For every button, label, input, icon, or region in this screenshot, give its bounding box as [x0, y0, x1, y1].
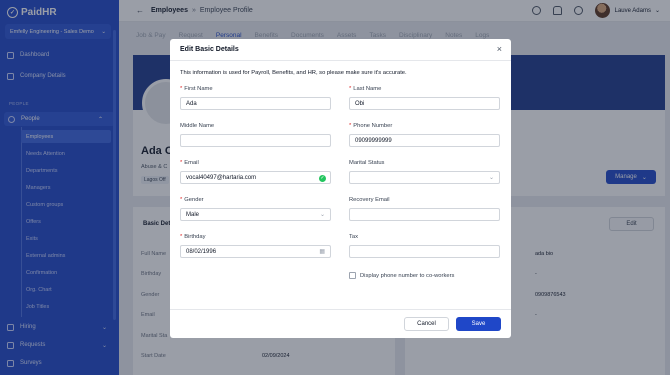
modal-title: Edit Basic Details	[180, 46, 239, 53]
middle-name-field[interactable]	[180, 134, 331, 147]
birthday-value: 08/02/1996	[186, 248, 217, 255]
last-name-label: * Last Name	[349, 86, 381, 92]
required-mark: *	[180, 86, 183, 92]
last-name-label-text: Last Name	[353, 86, 382, 92]
phone-label-text: Phone Number	[353, 123, 393, 129]
middle-name-label: Middle Name	[180, 123, 215, 129]
recovery-email-field[interactable]	[349, 208, 500, 221]
chevron-down-icon: ⌄	[319, 212, 325, 218]
birthday-field[interactable]: 08/02/1996 ▦	[180, 245, 331, 258]
close-icon[interactable]: ×	[497, 44, 502, 54]
tax-label: Tax	[349, 234, 359, 240]
modal-note: This information is used for Payroll, Be…	[180, 70, 407, 76]
calendar-icon[interactable]: ▦	[319, 248, 325, 255]
gender-label-text: Gender	[184, 197, 204, 203]
check-circle-icon: ✓	[319, 174, 326, 182]
email-value: vocal40497@hartaria.com	[186, 174, 257, 181]
edit-basic-details-modal: Edit Basic Details × This information is…	[170, 39, 511, 338]
last-name-field[interactable]: Obi	[349, 97, 500, 110]
display-phone-label[interactable]: Display phone number to co-workers	[360, 273, 454, 279]
required-mark: *	[180, 197, 183, 203]
required-mark: *	[349, 123, 352, 129]
last-name-value: Obi	[355, 100, 365, 107]
email-field[interactable]: vocal40497@hartaria.com ✓	[180, 171, 331, 184]
email-label-text: Email	[184, 160, 199, 166]
birthday-label-text: Birthday	[184, 234, 206, 240]
required-mark: *	[180, 234, 183, 240]
chevron-down-icon: ⌄	[488, 175, 494, 181]
required-mark: *	[180, 160, 183, 166]
marital-select[interactable]: ⌄	[349, 171, 500, 184]
cancel-button[interactable]: Cancel	[404, 317, 449, 331]
required-mark: *	[349, 86, 352, 92]
recovery-email-label: Recovery Email	[349, 197, 390, 203]
first-name-label: * First Name	[180, 86, 213, 92]
gender-value: Male	[186, 211, 200, 218]
marital-label: Marital Status	[349, 160, 385, 166]
phone-value: 09099999999	[355, 137, 392, 144]
phone-field[interactable]: 09099999999	[349, 134, 500, 147]
first-name-label-text: First Name	[184, 86, 213, 92]
first-name-value: Ada	[186, 100, 197, 107]
email-label: * Email	[180, 160, 199, 166]
phone-label: * Phone Number	[349, 123, 392, 129]
modal-footer-divider	[170, 309, 511, 310]
gender-label: * Gender	[180, 197, 204, 203]
gender-select[interactable]: Male ⌄	[180, 208, 331, 221]
save-button[interactable]: Save	[456, 317, 501, 331]
display-phone-checkbox[interactable]	[349, 272, 356, 279]
tax-field[interactable]	[349, 245, 500, 258]
modal-header: Edit Basic Details ×	[170, 39, 511, 61]
birthday-label: * Birthday	[180, 234, 206, 240]
first-name-field[interactable]: Ada	[180, 97, 331, 110]
